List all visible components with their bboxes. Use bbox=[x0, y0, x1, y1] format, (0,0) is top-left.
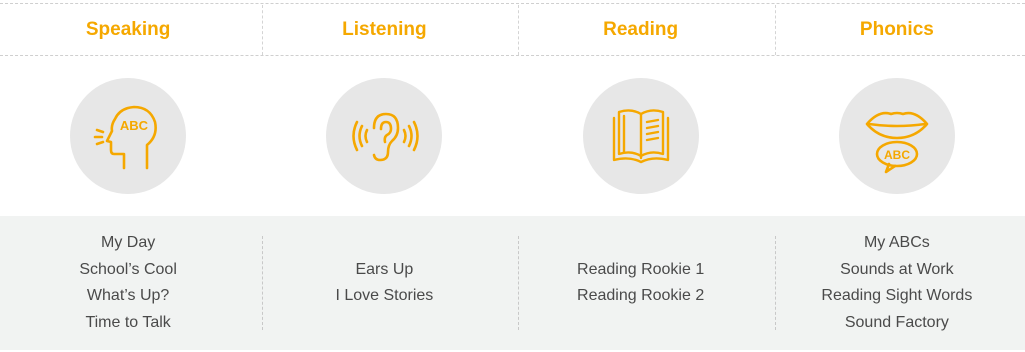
category-title-reading: Reading bbox=[603, 18, 679, 40]
course-list-panel: My Day School’s Cool What’s Up? Time to … bbox=[0, 216, 1025, 350]
category-title-phonics: Phonics bbox=[859, 18, 934, 40]
phonics-icon-label: ABC bbox=[884, 148, 910, 162]
course-item: Reading Sight Words bbox=[821, 287, 973, 304]
category-title-speaking: Speaking bbox=[85, 18, 171, 40]
course-item: Time to Talk bbox=[85, 313, 171, 331]
reading-icon-cell bbox=[513, 56, 769, 215]
list-column-divider bbox=[775, 236, 776, 330]
course-item: I Love Stories bbox=[335, 287, 434, 304]
speaking-course-list: My Day School’s Cool What’s Up? Time to … bbox=[0, 216, 256, 350]
category-icon-row: ABC ABC bbox=[0, 56, 1025, 215]
list-column-divider bbox=[518, 236, 519, 330]
course-item: School’s Cool bbox=[79, 260, 177, 278]
header-column-divider bbox=[518, 5, 519, 55]
reading-icon-circle bbox=[582, 77, 699, 194]
course-item: Sound Factory bbox=[844, 313, 949, 331]
header-column-divider bbox=[262, 5, 263, 55]
phonics-course-list: My ABCs Sounds at Work Reading Sight Wor… bbox=[769, 216, 1025, 350]
curriculum-overview: Speaking Listening Reading Phonics ABC A… bbox=[0, 0, 1025, 352]
reading-course-list: Reading Rookie 1 Reading Rookie 2 bbox=[513, 216, 769, 350]
course-item: Sounds at Work bbox=[840, 260, 954, 278]
open-book-icon bbox=[612, 108, 669, 163]
course-item: Reading Rookie 1 bbox=[577, 260, 705, 278]
course-item: My ABCs bbox=[863, 234, 930, 251]
listening-icon-cell bbox=[256, 56, 512, 215]
speaking-head-icon: ABC bbox=[93, 105, 158, 169]
course-item: My Day bbox=[101, 234, 156, 251]
listening-course-list: Ears Up I Love Stories bbox=[256, 216, 512, 350]
phonics-icon-circle: ABC bbox=[838, 77, 955, 194]
speaking-icon-circle: ABC bbox=[70, 77, 187, 194]
speaking-icon-cell: ABC bbox=[0, 56, 256, 215]
course-item: Ears Up bbox=[355, 260, 414, 278]
lips-speech-icon: ABC bbox=[865, 111, 929, 173]
header-column-divider bbox=[775, 5, 776, 55]
category-title-listening: Listening bbox=[342, 18, 427, 40]
course-item: Reading Rookie 2 bbox=[577, 287, 705, 304]
speaking-icon-label: ABC bbox=[120, 118, 149, 133]
ear-sound-icon bbox=[352, 112, 420, 161]
phonics-icon-cell: ABC bbox=[769, 56, 1025, 215]
category-header-row: Speaking Listening Reading Phonics bbox=[0, 4, 1025, 55]
course-item: What’s Up? bbox=[86, 287, 170, 304]
listening-icon-circle bbox=[326, 77, 443, 194]
list-column-divider bbox=[262, 236, 263, 330]
